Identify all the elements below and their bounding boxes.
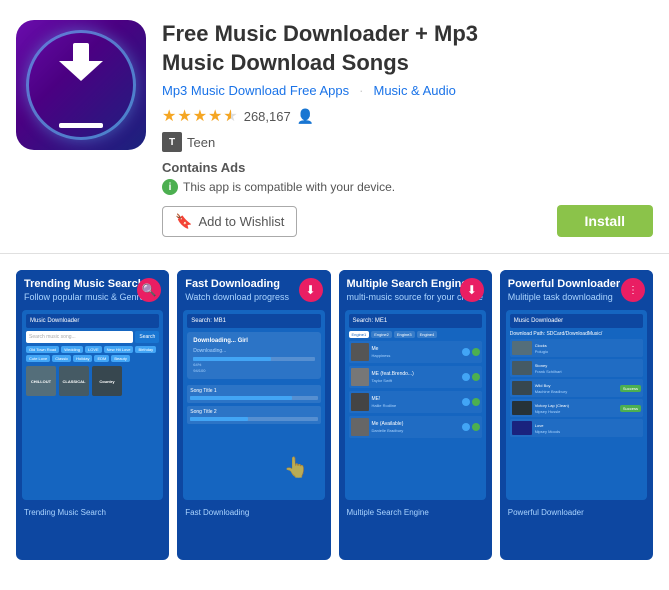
dl-item-3: Wild Boy Machine Bradbury Success [510,379,643,397]
info-icon: i [162,179,178,195]
phone-mockup-4: Music Downloader Download Path: SDCard/D… [506,310,647,500]
search-btn-mock: Search [135,331,159,343]
user-icon: 👤 [297,108,314,125]
tag-3: New Hit Love [104,346,134,353]
screenshots-section: Trending Music Search Follow popular mus… [0,254,669,576]
action-row: 🔖 Add to Wishlist Install [162,205,653,237]
tag-2: LOVE [85,346,102,353]
screenshot-bottom-label-1: Trending Music Search [16,504,169,521]
screenshot-bottom-label-2: Fast Downloading [177,504,330,521]
result-item-4: Me (Available) Danielle Bradbury [349,416,482,438]
bottom-title-3: Multiple Search Engine [347,508,429,517]
app-title: Free Music Downloader + Mp3Music Downloa… [162,20,653,77]
bottom-title-2: Fast Downloading [185,508,249,517]
bookmark-icon: 🔖 [175,213,192,230]
album-chillout: CHILLOUT [26,366,56,396]
result-item-1: Me Happiness [349,341,482,363]
progress-percent: 64% [193,362,314,367]
screenshot-1: Trending Music Search Follow popular mus… [12,270,173,560]
search-engine-badge-icon: ⬇ [460,278,484,302]
category-separator: · [359,83,363,98]
bottom-title-4: Powerful Downloader [508,508,584,517]
teen-label: Teen [187,135,215,150]
result-item-2: ME (feat.Brendo...) Taylor Swift [349,366,482,388]
star-3: ★ [193,106,207,126]
wishlist-label: Add to Wishlist [198,214,284,229]
add-to-wishlist-button[interactable]: 🔖 Add to Wishlist [162,206,297,237]
teen-badge: T [162,132,182,152]
age-rating-row: T Teen [162,132,653,152]
screenshot-bottom-label-3: Multiple Search Engine [339,504,492,521]
rating-count: 268,167 [244,109,291,124]
star-rating: ★ ★ ★ ★ ★★ [162,106,238,126]
dl-item-2: Stoney Frank Schilhart [510,359,643,377]
download-list: Clocks Polugio Stoney Frank Schilhart [510,339,643,437]
tag-row: Old Town Road Wedding LOVE New Hit Love … [26,346,159,362]
result-item-3: ME! Hallie Rodline [349,391,482,413]
album-country: Country [92,366,122,396]
progress-fraction: 94/100 [193,368,314,373]
phone-mockup-3: Search: ME1 Engine1 Engine2 Engine3 Engi… [345,310,486,500]
engine-tab-2: Engine2 [371,331,392,338]
tag-6: Classic [52,355,71,362]
album-row: CHILLOUT CLASSICAL Country [26,366,159,396]
app-meta-row: Mp3 Music Download Free Apps · Music & A… [162,83,653,98]
engine-tab-4: Engine4 [417,331,438,338]
phone-mockup-1: Music Downloader Search music song... Se… [22,310,163,500]
screenshot-bottom-label-4: Powerful Downloader [500,504,653,521]
tag-0: Old Town Road [26,346,59,353]
engine-tab-1: Engine1 [349,331,370,338]
screenshot-card-1: Trending Music Search Follow popular mus… [16,270,169,560]
screenshot-card-3: Multiple Search Engine multi-music sourc… [339,270,492,560]
screenshot-card-2: Fast Downloading Watch download progress… [177,270,330,560]
install-button[interactable]: Install [557,205,653,237]
star-1: ★ [162,106,176,126]
compatibility-text: This app is compatible with your device. [183,180,395,194]
tag-8: EDM [94,355,109,362]
tag-4: Birthday [135,346,156,353]
contains-ads-label: Contains Ads [162,160,653,175]
app-icon: ♪ [16,20,146,150]
app-info-panel: Free Music Downloader + Mp3Music Downloa… [162,20,653,237]
category-primary-link[interactable]: Mp3 Music Download Free Apps [162,83,349,98]
screenshot-4: Powerful Downloader Mulitiple task downl… [496,270,657,560]
compatibility-row: i This app is compatible with your devic… [162,179,653,195]
tag-1: Wedding [61,346,83,353]
download-title: Downloading... Girl [193,338,314,344]
phone1-topbar-text: Music Downloader [30,318,79,324]
dl-item-5: Love Nipsey Moods [510,419,643,437]
screenshot-2: Fast Downloading Watch download progress… [173,270,334,560]
engine-tabs: Engine1 Engine2 Engine3 Engine4 [349,331,482,338]
tag-9: Beauty [111,355,129,362]
powerful-badge-icon: ⋮ [621,278,645,302]
phone-mockup-2: Search: MB1 Downloading... Girl Download… [183,310,324,500]
dl-item-4: Victory Lap (Clean) Nipsey Hussle Succes… [510,399,643,417]
download-badge-icon: ⬇ [299,278,323,302]
search-placeholder: Search music song... [29,334,76,340]
download-path: Download Path: SDCard/DownloadMusic/ [510,331,643,337]
phone4-topbar-text: Music Downloader [514,318,563,324]
screenshot-3: Multiple Search Engine multi-music sourc… [335,270,496,560]
star-4: ★ [208,106,222,126]
rating-section: ★ ★ ★ ★ ★★ 268,167 👤 [162,106,653,126]
bottom-title-1: Trending Music Search [24,508,106,517]
star-2: ★ [177,106,191,126]
phone3-topbar-text: Search: ME1 [353,318,388,324]
star-5-half: ★★ [223,106,237,126]
dl-item-1: Clocks Polugio [510,339,643,357]
tag-5: Cute Love [26,355,50,362]
category-secondary-link[interactable]: Music & Audio [374,83,456,98]
search-results: Me Happiness ME (feat.Brendo...) [349,341,482,438]
album-classical: CLASSICAL [59,366,89,396]
app-header: ♪ Free Music Downloader + Mp3Music Downl… [0,0,669,254]
screenshot-card-4: Powerful Downloader Mulitiple task downl… [500,270,653,560]
engine-tab-3: Engine3 [394,331,415,338]
tag-7: Holiday [73,355,92,362]
phone2-topbar-text: Search: MB1 [191,318,226,324]
